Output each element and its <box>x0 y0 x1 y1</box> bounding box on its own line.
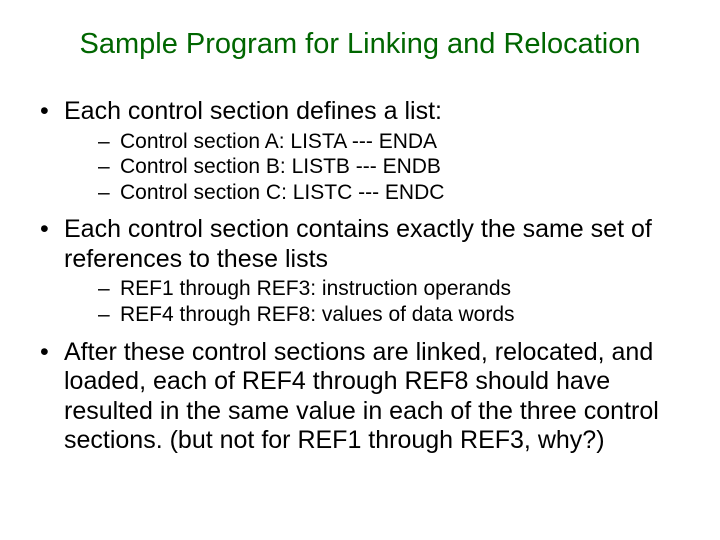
bullet-1-sub-1: Control section A: LISTA --- ENDA <box>64 129 684 155</box>
bullet-1-sub-3: Control section C: LISTC --- ENDC <box>64 180 684 206</box>
bullet-list: Each control section defines a list: Con… <box>36 97 684 456</box>
slide: Sample Program for Linking and Relocatio… <box>0 0 720 540</box>
bullet-2-sub-2: REF4 through REF8: values of data words <box>64 302 684 328</box>
bullet-1-sub-3-text: Control section C: LISTC --- ENDC <box>120 181 444 204</box>
bullet-2-sub-1: REF1 through REF3: instruction operands <box>64 276 684 302</box>
bullet-1-text: Each control section defines a list: <box>64 97 442 125</box>
bullet-2-text: Each control section contains exactly th… <box>64 215 652 273</box>
bullet-3-text: After these control sections are linked,… <box>64 338 659 455</box>
bullet-2-sub-2-text: REF4 through REF8: values of data words <box>120 303 515 326</box>
bullet-3: After these control sections are linked,… <box>36 338 684 456</box>
bullet-2-sublist: REF1 through REF3: instruction operands … <box>64 276 684 327</box>
bullet-1-sub-1-text: Control section A: LISTA --- ENDA <box>120 130 437 153</box>
bullet-2: Each control section contains exactly th… <box>36 215 684 327</box>
bullet-1: Each control section defines a list: Con… <box>36 97 684 205</box>
bullet-2-sub-1-text: REF1 through REF3: instruction operands <box>120 277 511 300</box>
bullet-1-sub-2-text: Control section B: LISTB --- ENDB <box>120 155 441 178</box>
slide-title: Sample Program for Linking and Relocatio… <box>36 28 684 61</box>
bullet-1-sublist: Control section A: LISTA --- ENDA Contro… <box>64 129 684 206</box>
bullet-1-sub-2: Control section B: LISTB --- ENDB <box>64 154 684 180</box>
